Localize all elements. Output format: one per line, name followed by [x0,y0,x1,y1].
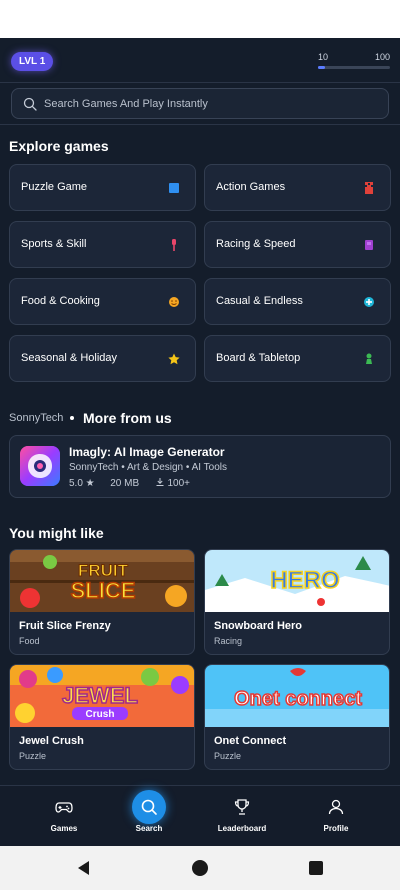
category-sports[interactable]: Sports & Skill [9,221,196,268]
svg-text:SLICE: SLICE [71,578,136,603]
app-card-imagly[interactable]: Imagly: AI Image Generator SonnyTech • A… [9,435,391,498]
jewel-crush-thumbnail: JEWEL Crush [10,665,194,727]
onet-connect-thumbnail: Onet connect [205,665,389,727]
game-card-jewel-crush[interactable]: JEWEL Crush Jewel Crush Puzzle [9,664,195,770]
recents-icon[interactable] [306,858,326,878]
svg-text:JEWEL: JEWEL [62,683,138,708]
developer-name: SonnyTech [9,412,64,424]
xp-fill [318,66,326,69]
nav-label: Leaderboard [217,824,267,833]
trophy-icon [234,799,250,815]
system-nav-bar [0,846,400,890]
svg-text:Crush: Crush [86,709,115,720]
camera-aperture-icon [20,446,60,486]
back-icon[interactable] [74,858,94,878]
category-action[interactable]: Action Games [204,164,391,211]
app-rating: 5.0 ★ [69,478,95,489]
bottom-nav: Games Search Leaderboard Profile [0,785,400,846]
divider [0,124,400,125]
purple-flag-icon [365,240,373,250]
category-board[interactable]: Board & Tabletop [204,335,391,382]
nav-search[interactable]: Search [99,786,199,846]
game-category: Puzzle [214,751,242,761]
separator-dot [70,416,74,420]
download-icon [156,478,164,486]
status-bar [0,0,400,38]
category-label: Sports & Skill [21,238,87,250]
xp-max-label: 100 [374,52,390,62]
snowboard-hero-thumbnail: HERO [205,550,389,612]
user-icon [328,799,344,815]
game-title: Jewel Crush [19,735,84,747]
nav-profile[interactable]: Profile [286,786,386,846]
category-label: Seasonal & Holiday [21,352,118,364]
category-casual[interactable]: Casual & Endless [204,278,391,325]
blue-square-icon [169,183,179,193]
game-title: Snowboard Hero [214,620,303,632]
xp-progress: 10 100 [318,52,390,72]
game-category: Puzzle [19,751,47,761]
game-card-fruit-slice[interactable]: FRUIT SLICE Fruit Slice Frenzy Food [9,549,195,655]
category-puzzle[interactable]: Puzzle Game [9,164,196,211]
red-castle-icon [365,182,373,194]
game-title: Fruit Slice Frenzy [19,620,111,632]
fruit-slice-thumbnail: FRUIT SLICE [10,550,194,612]
app-stats: 5.0 ★ 20 MB 100+ [69,477,190,489]
you-might-like-title: You might like [9,525,104,541]
app-screen: LVL 1 10 100 Explore games Puzzle Game A… [0,38,400,846]
category-label: Board & Tabletop [216,352,301,364]
top-bar: LVL 1 10 100 [0,38,400,83]
search-input[interactable] [44,89,374,118]
gamepad-icon [55,802,73,813]
category-label: Puzzle Game [21,181,88,193]
category-label: Food & Cooking [21,295,100,307]
category-label: Casual & Endless [216,295,303,307]
xp-track [318,66,390,69]
app-size: 20 MB [110,478,140,489]
category-seasonal[interactable]: Seasonal & Holiday [9,335,196,382]
plus-circle-icon [364,297,374,307]
search-bar[interactable] [11,88,389,119]
app-name: Imagly: AI Image Generator [69,445,225,459]
star-icon [168,353,180,365]
explore-title: Explore games [9,138,109,154]
app-meta: SonnyTech • Art & Design • AI Tools [69,462,228,473]
home-icon[interactable] [190,858,210,878]
category-label: Racing & Speed [216,238,296,250]
search-icon [23,97,37,111]
game-category: Racing [214,636,243,646]
category-label: Action Games [216,181,286,193]
search-icon [141,799,157,815]
xp-min-label: 10 [318,52,329,62]
pin-icon [172,239,176,251]
game-category: Food [19,636,40,646]
category-food[interactable]: Food & Cooking [9,278,196,325]
more-from-us-title: More from us [83,410,172,426]
pawn-icon [366,353,372,364]
level-badge: LVL 1 [11,52,54,71]
smiley-food-icon [169,297,179,307]
nav-leaderboard[interactable]: Leaderboard [192,786,292,846]
nav-label: Search [135,824,163,833]
svg-text:Onet connect: Onet connect [234,688,362,710]
active-indicator [132,790,166,824]
game-card-onet-connect[interactable]: Onet connect Onet Connect Puzzle [204,664,390,770]
category-racing[interactable]: Racing & Speed [204,221,391,268]
game-title: Onet Connect [214,735,287,747]
app-downloads: 100+ [167,478,190,489]
imagly-app-icon [20,446,60,486]
svg-text:HERO: HERO [270,567,339,594]
game-card-snowboard-hero[interactable]: HERO Snowboard Hero Racing [204,549,390,655]
nav-label: Profile [323,824,349,833]
